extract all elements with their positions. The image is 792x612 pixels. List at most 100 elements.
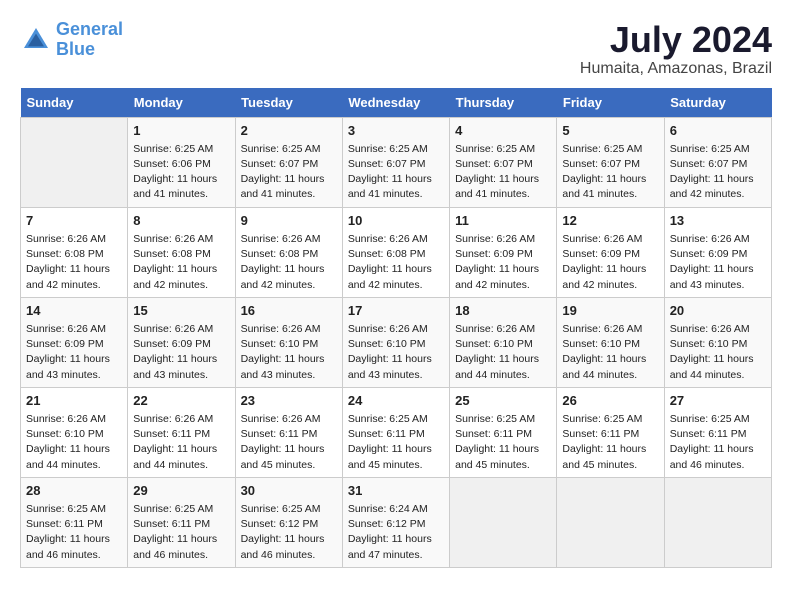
calendar-cell: 26Sunrise: 6:25 AM Sunset: 6:11 PM Dayli… [557,387,664,477]
calendar-cell: 20 Sunrise: 6:26 AM Sunset: 6:10 PM Dayli… [664,297,771,387]
calendar-cell: 5Sunrise: 6:25 AM Sunset: 6:07 PM Daylig… [557,117,664,207]
day-info: Sunrise: 6:25 AM Sunset: 6:11 PM Dayligh… [562,412,658,473]
calendar-cell: 22 Sunrise: 6:26 AM Sunset: 6:11 PM Dayli… [128,387,235,477]
day-info: Sunrise: 6:26 AM Sunset: 6:09 PM Dayligh… [133,322,229,383]
weekday-header-wednesday: Wednesday [342,88,449,118]
calendar-table: SundayMondayTuesdayWednesdayThursdayFrid… [20,88,772,568]
day-number: 17 [348,302,444,320]
calendar-cell [664,477,771,567]
location-title: Humaita, Amazonas, Brazil [580,60,772,78]
weekday-header-thursday: Thursday [450,88,557,118]
day-info: Sunrise: 6:24 AM Sunset: 6:12 PM Dayligh… [348,502,444,563]
week-row-4: 21 Sunrise: 6:26 AM Sunset: 6:10 PM Dayli… [21,387,772,477]
calendar-cell: 6Sunrise: 6:25 AM Sunset: 6:07 PM Daylig… [664,117,771,207]
cell-content: 31 Sunrise: 6:24 AM Sunset: 6:12 PM Dayli… [348,482,444,563]
day-info: Sunrise: 6:26 AM Sunset: 6:11 PM Dayligh… [241,412,337,473]
cell-content: 14 Sunrise: 6:26 AM Sunset: 6:09 PM Dayli… [26,302,122,383]
day-number: 22 [133,392,229,410]
day-number: 27 [670,392,766,410]
calendar-cell: 28 Sunrise: 6:25 AM Sunset: 6:11 PM Dayli… [21,477,128,567]
day-number: 14 [26,302,122,320]
calendar-cell: 15Sunrise: 6:26 AM Sunset: 6:09 PM Dayli… [128,297,235,387]
day-info: Sunrise: 6:26 AM Sunset: 6:10 PM Dayligh… [348,322,444,383]
day-info: Sunrise: 6:25 AM Sunset: 6:11 PM Dayligh… [26,502,122,563]
day-number: 4 [455,122,551,140]
calendar-cell: 11 Sunrise: 6:26 AM Sunset: 6:09 PM Dayli… [450,207,557,297]
day-number: 19 [562,302,658,320]
day-number: 16 [241,302,337,320]
day-info: Sunrise: 6:26 AM Sunset: 6:08 PM Dayligh… [348,232,444,293]
calendar-cell: 13Sunrise: 6:26 AM Sunset: 6:09 PM Dayli… [664,207,771,297]
logo-text: General Blue [56,20,123,60]
cell-content: 8 Sunrise: 6:26 AM Sunset: 6:08 PM Daylig… [133,212,229,293]
day-info: Sunrise: 6:26 AM Sunset: 6:09 PM Dayligh… [562,232,658,293]
day-info: Sunrise: 6:26 AM Sunset: 6:11 PM Dayligh… [133,412,229,473]
title-block: July 2024 Humaita, Amazonas, Brazil [580,20,772,78]
week-row-3: 14 Sunrise: 6:26 AM Sunset: 6:09 PM Dayli… [21,297,772,387]
cell-content: 29Sunrise: 6:25 AM Sunset: 6:11 PM Dayli… [133,482,229,563]
weekday-header-friday: Friday [557,88,664,118]
day-info: Sunrise: 6:25 AM Sunset: 6:06 PM Dayligh… [133,142,229,203]
calendar-cell: 7 Sunrise: 6:26 AM Sunset: 6:08 PM Daylig… [21,207,128,297]
day-info: Sunrise: 6:26 AM Sunset: 6:10 PM Dayligh… [455,322,551,383]
cell-content: 10Sunrise: 6:26 AM Sunset: 6:08 PM Dayli… [348,212,444,293]
day-number: 1 [133,122,229,140]
calendar-cell: 19 Sunrise: 6:26 AM Sunset: 6:10 PM Dayli… [557,297,664,387]
calendar-cell: 18Sunrise: 6:26 AM Sunset: 6:10 PM Dayli… [450,297,557,387]
cell-content: 3Sunrise: 6:25 AM Sunset: 6:07 PM Daylig… [348,122,444,203]
calendar-cell: 9Sunrise: 6:26 AM Sunset: 6:08 PM Daylig… [235,207,342,297]
calendar-cell: 1 Sunrise: 6:25 AM Sunset: 6:06 PM Daylig… [128,117,235,207]
cell-content: 25Sunrise: 6:25 AM Sunset: 6:11 PM Dayli… [455,392,551,473]
calendar-cell: 24Sunrise: 6:25 AM Sunset: 6:11 PM Dayli… [342,387,449,477]
day-info: Sunrise: 6:26 AM Sunset: 6:10 PM Dayligh… [562,322,658,383]
cell-content: 28 Sunrise: 6:25 AM Sunset: 6:11 PM Dayli… [26,482,122,563]
page-header: General Blue July 2024 Humaita, Amazonas… [20,20,772,78]
cell-content: 22 Sunrise: 6:26 AM Sunset: 6:11 PM Dayli… [133,392,229,473]
day-number: 8 [133,212,229,230]
day-number: 6 [670,122,766,140]
calendar-cell: 23Sunrise: 6:26 AM Sunset: 6:11 PM Dayli… [235,387,342,477]
day-number: 25 [455,392,551,410]
calendar-cell: 29Sunrise: 6:25 AM Sunset: 6:11 PM Dayli… [128,477,235,567]
cell-content: 23Sunrise: 6:26 AM Sunset: 6:11 PM Dayli… [241,392,337,473]
day-number: 30 [241,482,337,500]
day-info: Sunrise: 6:26 AM Sunset: 6:09 PM Dayligh… [26,322,122,383]
day-info: Sunrise: 6:26 AM Sunset: 6:09 PM Dayligh… [455,232,551,293]
calendar-cell: 2Sunrise: 6:25 AM Sunset: 6:07 PM Daylig… [235,117,342,207]
cell-content: 24Sunrise: 6:25 AM Sunset: 6:11 PM Dayli… [348,392,444,473]
calendar-cell: 17 Sunrise: 6:26 AM Sunset: 6:10 PM Dayli… [342,297,449,387]
weekday-header-sunday: Sunday [21,88,128,118]
cell-content: 15Sunrise: 6:26 AM Sunset: 6:09 PM Dayli… [133,302,229,383]
day-number: 24 [348,392,444,410]
weekday-header-monday: Monday [128,88,235,118]
day-info: Sunrise: 6:26 AM Sunset: 6:10 PM Dayligh… [241,322,337,383]
day-number: 21 [26,392,122,410]
cell-content: 18Sunrise: 6:26 AM Sunset: 6:10 PM Dayli… [455,302,551,383]
day-info: Sunrise: 6:26 AM Sunset: 6:08 PM Dayligh… [133,232,229,293]
day-info: Sunrise: 6:25 AM Sunset: 6:12 PM Dayligh… [241,502,337,563]
calendar-cell: 27 Sunrise: 6:25 AM Sunset: 6:11 PM Dayli… [664,387,771,477]
day-number: 20 [670,302,766,320]
day-info: Sunrise: 6:25 AM Sunset: 6:11 PM Dayligh… [670,412,766,473]
calendar-body: 1 Sunrise: 6:25 AM Sunset: 6:06 PM Daylig… [21,117,772,567]
calendar-cell: 8 Sunrise: 6:26 AM Sunset: 6:08 PM Daylig… [128,207,235,297]
cell-content: 6Sunrise: 6:25 AM Sunset: 6:07 PM Daylig… [670,122,766,203]
cell-content: 7 Sunrise: 6:26 AM Sunset: 6:08 PM Daylig… [26,212,122,293]
day-info: Sunrise: 6:26 AM Sunset: 6:08 PM Dayligh… [26,232,122,293]
logo-line1: General [56,19,123,39]
calendar-cell: 30 Sunrise: 6:25 AM Sunset: 6:12 PM Dayli… [235,477,342,567]
day-number: 7 [26,212,122,230]
day-number: 13 [670,212,766,230]
cell-content: 5Sunrise: 6:25 AM Sunset: 6:07 PM Daylig… [562,122,658,203]
day-info: Sunrise: 6:25 AM Sunset: 6:07 PM Dayligh… [455,142,551,203]
day-info: Sunrise: 6:26 AM Sunset: 6:10 PM Dayligh… [26,412,122,473]
day-number: 11 [455,212,551,230]
day-number: 2 [241,122,337,140]
calendar-cell: 16 Sunrise: 6:26 AM Sunset: 6:10 PM Dayli… [235,297,342,387]
cell-content: 21 Sunrise: 6:26 AM Sunset: 6:10 PM Dayli… [26,392,122,473]
day-number: 28 [26,482,122,500]
cell-content: 2Sunrise: 6:25 AM Sunset: 6:07 PM Daylig… [241,122,337,203]
day-number: 31 [348,482,444,500]
cell-content: 19 Sunrise: 6:26 AM Sunset: 6:10 PM Dayli… [562,302,658,383]
day-info: Sunrise: 6:26 AM Sunset: 6:10 PM Dayligh… [670,322,766,383]
